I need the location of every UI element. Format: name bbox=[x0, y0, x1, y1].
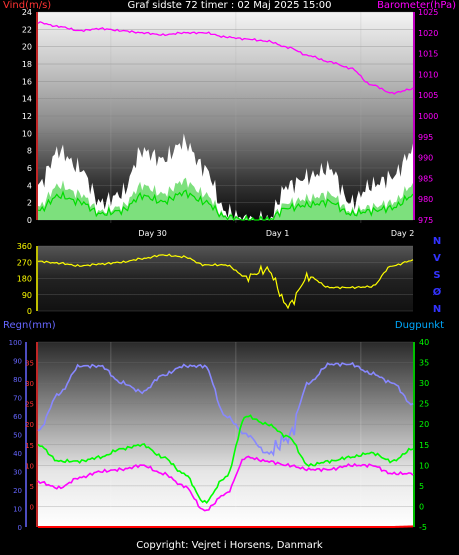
wind-tick-label: 0 bbox=[27, 216, 32, 225]
day-label: Day 30 bbox=[138, 229, 167, 238]
rain-axis-title: Regn(mm) bbox=[3, 320, 56, 331]
wind-tick-label: 12 bbox=[22, 112, 32, 121]
wind-tick-label: 6 bbox=[27, 164, 32, 173]
wind-tick-label: 4 bbox=[27, 181, 32, 190]
dewpoint-tick-label: 15 bbox=[419, 441, 429, 450]
temperature-tick-label: 5 bbox=[30, 483, 34, 491]
barometer-tick-label: 995 bbox=[418, 133, 433, 142]
dewpoint-tick-label: 20 bbox=[419, 420, 429, 429]
barometer-tick-label: 985 bbox=[418, 174, 433, 183]
wind-tick-label: 10 bbox=[22, 129, 32, 138]
direction-tick-label: 90 bbox=[22, 291, 32, 300]
dewpoint-tick-label: 40 bbox=[419, 338, 429, 347]
barometer-tick-label: 990 bbox=[418, 154, 433, 163]
chart-canvas: 0246810121416182022249759809859909951000… bbox=[9, 8, 442, 532]
copyright: Copyright: Vejret i Horsens, Danmark bbox=[136, 540, 323, 551]
dewpoint-axis-title: Dugpunkt bbox=[394, 320, 444, 331]
rain-tick-label: 80 bbox=[13, 376, 22, 384]
rain-tick-label: 50 bbox=[13, 432, 22, 440]
dewpoint-tick-label: 10 bbox=[419, 461, 429, 470]
wind-tick-label: 14 bbox=[22, 95, 32, 104]
compass-label: V bbox=[433, 253, 441, 264]
wind-tick-label: 8 bbox=[27, 147, 32, 156]
dewpoint-tick-label: 30 bbox=[419, 379, 429, 388]
rain-tick-label: 60 bbox=[13, 413, 22, 421]
barometer-tick-label: 1010 bbox=[418, 70, 438, 79]
rain-tick-label: 20 bbox=[13, 487, 22, 495]
wind-tick-label: 2 bbox=[27, 199, 32, 208]
climate-plot-area bbox=[38, 342, 413, 527]
temperature-tick-label: 0 bbox=[30, 503, 34, 511]
rain-tick-label: 70 bbox=[13, 395, 22, 403]
weather-graph: Graf sidste 72 timer : 02 Maj 2025 15:00… bbox=[0, 0, 459, 555]
dewpoint-tick-label: -5 bbox=[419, 523, 427, 532]
compass-label: N bbox=[433, 236, 441, 247]
temperature-tick-label: 20 bbox=[25, 421, 34, 429]
dewpoint-tick-label: 35 bbox=[419, 359, 429, 368]
barometer-tick-label: 1020 bbox=[418, 29, 438, 38]
barometer-tick-label: 1000 bbox=[418, 112, 438, 121]
rain-tick-label: 90 bbox=[13, 358, 22, 366]
dewpoint-tick-label: 5 bbox=[419, 482, 424, 491]
wind-tick-label: 16 bbox=[22, 77, 32, 86]
wind-tick-label: 24 bbox=[22, 8, 32, 17]
wind-tick-label: 18 bbox=[22, 60, 32, 69]
temperature-tick-label: 30 bbox=[25, 380, 34, 388]
dewpoint-tick-label: 0 bbox=[419, 502, 424, 511]
direction-tick-label: 180 bbox=[17, 275, 32, 284]
barometer-tick-label: 1025 bbox=[418, 8, 438, 17]
temperature-tick-label: 25 bbox=[25, 401, 34, 409]
barometer-tick-label: 980 bbox=[418, 195, 433, 204]
rain-tick-label: 40 bbox=[13, 450, 22, 458]
barometer-tick-label: 1015 bbox=[418, 50, 438, 59]
day-label: Day 1 bbox=[266, 229, 289, 238]
direction-tick-label: 360 bbox=[17, 242, 32, 251]
compass-label: S bbox=[433, 270, 440, 281]
rain-line bbox=[38, 525, 414, 528]
compass-label: N bbox=[433, 304, 441, 315]
rain-tick-label: 0 bbox=[18, 524, 22, 532]
rain-tick-label: 100 bbox=[9, 339, 22, 347]
barometer-tick-label: 1005 bbox=[418, 91, 438, 100]
day-label: Day 2 bbox=[391, 229, 414, 238]
dewpoint-tick-label: 25 bbox=[419, 400, 429, 409]
direction-tick-label: 270 bbox=[17, 258, 32, 267]
rain-tick-label: 30 bbox=[13, 469, 22, 477]
wind-tick-label: 22 bbox=[22, 25, 32, 34]
temperature-tick-label: 15 bbox=[25, 442, 34, 450]
compass-label: Ø bbox=[433, 286, 442, 298]
direction-tick-label: 0 bbox=[27, 307, 32, 316]
barometer-tick-label: 975 bbox=[418, 216, 433, 225]
temperature-tick-label: 10 bbox=[25, 462, 34, 470]
wind-tick-label: 20 bbox=[22, 43, 32, 52]
temperature-tick-label: 35 bbox=[25, 360, 34, 368]
rain-tick-label: 10 bbox=[13, 506, 22, 514]
